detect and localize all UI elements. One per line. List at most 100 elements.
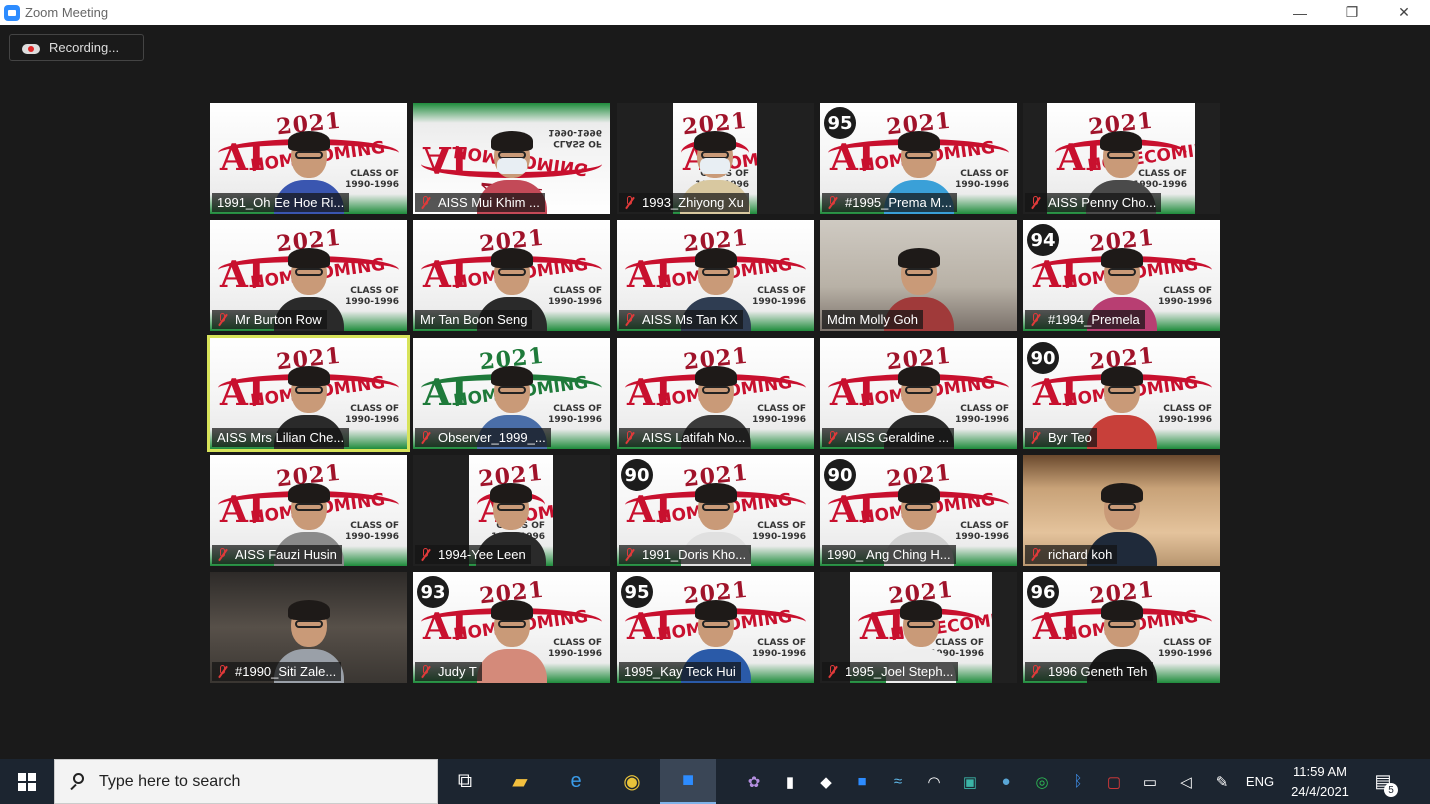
- banner-class: CLASS OF1990-1996: [548, 286, 602, 307]
- globe-tray-icon[interactable]: ●: [988, 759, 1024, 804]
- class-year-badge: 95: [824, 107, 856, 139]
- participant-tile[interactable]: 2021AIHOMECOMINGCLASS OF1990-199693Judy …: [413, 572, 610, 683]
- search-icon: [69, 772, 87, 791]
- participant-tile[interactable]: 2021AIHOMECOMINGCLASS OF1990-1996AISS Mr…: [207, 335, 410, 452]
- participant-tile[interactable]: 2021AIHOMECOMINGCLASS OF1990-1996AISS Ms…: [617, 220, 814, 331]
- participant-tile[interactable]: 2021AIHOMECOMINGCLASS OF1990-199695#1995…: [820, 103, 1017, 214]
- edge-browser-icon[interactable]: e: [548, 759, 604, 804]
- banner-class: CLASS OF1990-1996: [752, 521, 806, 542]
- participant-tile[interactable]: 2021AIHOMECOMINGCLASS OF1990-199694#1994…: [1023, 220, 1220, 331]
- bluetooth-icon[interactable]: ᛒ: [1060, 759, 1096, 804]
- participant-name: Observer_1999_...: [438, 430, 546, 445]
- participant-tile[interactable]: 2021AIHOMECOMINGCLASS OF1990-19961991_Oh…: [210, 103, 407, 214]
- notification-count: 5: [1384, 783, 1398, 797]
- participant-tile[interactable]: 2021AIHOMECOMINGCLASS OF1990-1996901990_…: [820, 455, 1017, 566]
- chrome-icon[interactable]: ◉: [604, 759, 660, 804]
- muted-mic-icon: [1030, 664, 1042, 679]
- participant-name: AISS Geraldine ...: [845, 430, 950, 445]
- start-button[interactable]: [0, 759, 54, 804]
- microphone-tray-icon[interactable]: ▮: [772, 759, 808, 804]
- participant-name: AISS Latifah No...: [642, 430, 746, 445]
- participant-tile[interactable]: 2021AIHOMECOMINGCLASS OF1990-1996961996 …: [1023, 572, 1220, 683]
- battery-icon[interactable]: ▭: [1132, 759, 1168, 804]
- banner-class: CLASS OF1990-1996: [955, 169, 1009, 190]
- task-view-icon[interactable]: ⧉: [438, 759, 492, 804]
- participant-tile[interactable]: 2021 AI HOMECOMING CLASS OF 1990-1996 1995_Jo…: [820, 572, 1017, 683]
- system-clock[interactable]: 11:59 AM 24/4/2021: [1280, 762, 1360, 802]
- participant-tile[interactable]: 2021AIHOMECOMINGCLASS OF1990-199690Byr T…: [1023, 338, 1220, 449]
- muted-mic-icon: [827, 664, 839, 679]
- participant-name-tag: AISS Ms Tan KX: [619, 310, 743, 329]
- participant-name: 1994-Yee Leen: [438, 547, 526, 562]
- banner-class: CLASS OF1990-1996: [345, 404, 399, 425]
- volume-icon[interactable]: ◁: [1168, 759, 1204, 804]
- participant-name: #1995_Prema M...: [845, 195, 952, 210]
- zoom-app-icon: [4, 4, 20, 21]
- notification-center-button[interactable]: ▤ 5: [1360, 759, 1406, 804]
- participant-tile[interactable]: 2021AIHOMECOMINGCLASS OF1990-19961994-Ye…: [413, 455, 610, 566]
- muted-mic-icon: [1030, 312, 1042, 327]
- security-shield-icon[interactable]: ◆: [808, 759, 844, 804]
- participant-tile[interactable]: 2021AIHOMECOMINGCLASS OF1990-1996Mr Tan …: [413, 220, 610, 331]
- participant-video: [477, 600, 547, 683]
- participant-name-tag: Byr Teo: [1025, 428, 1097, 447]
- participant-name: 1991_Oh Ee Hoe Ri...: [217, 195, 345, 210]
- taskbar-search-box[interactable]: Type here to search: [54, 759, 438, 804]
- banner-class: CLASS OF1990-1996: [548, 127, 602, 148]
- participant-name: 1993_Zhiyong Xu: [642, 195, 744, 210]
- class-year-badge: 90: [1027, 342, 1059, 374]
- participant-tile[interactable]: 2021AIHOMECOMINGCLASS OF1990-1996Mr Burt…: [210, 220, 407, 331]
- wifi-icon[interactable]: ◠: [916, 759, 952, 804]
- participant-tile[interactable]: 2021AIHOMECOMINGCLASS OF1990-1996AISS Mu…: [413, 103, 610, 214]
- muted-mic-icon: [420, 547, 432, 562]
- muted-mic-icon: [1030, 430, 1042, 445]
- participant-name-tag: #1990_Siti Zale...: [212, 662, 342, 681]
- pen-icon[interactable]: ✎: [1204, 759, 1240, 804]
- participant-name-tag: 1993_Zhiyong Xu: [619, 193, 749, 212]
- participant-name: #1994_Premela: [1048, 312, 1140, 327]
- banner-class: CLASS OF1990-1996: [955, 521, 1009, 542]
- participant-name-tag: AISS Mrs Lilian Che...: [212, 428, 350, 447]
- participant-name-tag: Mdm Molly Goh: [822, 310, 924, 329]
- muted-mic-icon: [624, 195, 636, 210]
- muted-mic-icon: [420, 430, 432, 445]
- participant-name: 1991_Doris Kho...: [642, 547, 747, 562]
- zoom-tray-icon[interactable]: ■: [844, 759, 880, 804]
- cloud-sync-tray-icon[interactable]: ≈: [880, 759, 916, 804]
- participant-name: richard koh: [1048, 547, 1113, 562]
- participant-name-tag: Mr Tan Boon Seng: [415, 310, 533, 329]
- participant-tile[interactable]: 2021 AI HOMECOMING CLASS OF 1990-1996 AISS Pe…: [1023, 103, 1220, 214]
- participant-tile[interactable]: richard koh: [1023, 455, 1220, 566]
- red-app-tray-icon[interactable]: ▢: [1096, 759, 1132, 804]
- close-button[interactable]: ✕: [1378, 0, 1430, 25]
- muted-mic-icon: [827, 430, 839, 445]
- participant-name-tag: AISS Geraldine ...: [822, 428, 955, 447]
- recording-indicator[interactable]: Recording...: [9, 34, 144, 61]
- banner-class: CLASS OF1990-1996: [548, 638, 602, 659]
- class-year-badge: 95: [621, 576, 653, 608]
- sharepoint-tray-icon[interactable]: ▣: [952, 759, 988, 804]
- muted-mic-icon: [624, 430, 636, 445]
- maximize-button[interactable]: ❐: [1326, 0, 1378, 25]
- participant-tile[interactable]: 2021AIHOMECOMINGCLASS OF1990-1996Observe…: [413, 338, 610, 449]
- participant-tile[interactable]: 2021AIHOMECOMINGCLASS OF1990-1996AISS Fa…: [210, 455, 407, 566]
- window-controls: — ❐ ✕: [1274, 0, 1430, 25]
- class-year-badge: 94: [1027, 224, 1059, 256]
- participant-tile[interactable]: #1990_Siti Zale...: [210, 572, 407, 683]
- tray-app-icon[interactable]: ✿: [736, 759, 772, 804]
- green-circle-tray-icon[interactable]: ◎: [1024, 759, 1060, 804]
- muted-mic-icon: [624, 312, 636, 327]
- language-indicator[interactable]: ENG: [1240, 774, 1280, 789]
- participant-tile[interactable]: 2021AIHOMECOMINGCLASS OF1990-1996901991_…: [617, 455, 814, 566]
- participant-name-tag: #1995_Prema M...: [822, 193, 957, 212]
- participant-tile[interactable]: 2021AIHOMECOMINGCLASS OF1990-1996AISS Ge…: [820, 338, 1017, 449]
- file-explorer-icon[interactable]: ▰: [492, 759, 548, 804]
- minimize-button[interactable]: —: [1274, 0, 1326, 25]
- participant-tile[interactable]: 2021AIHOMECOMINGCLASS OF1990-19961993_Zh…: [617, 103, 814, 214]
- participant-name: 1995_Kay Teck Hui: [624, 664, 736, 679]
- participant-tile[interactable]: 2021AIHOMECOMINGCLASS OF1990-1996AISS La…: [617, 338, 814, 449]
- participant-tile[interactable]: Mdm Molly Goh: [820, 220, 1017, 331]
- muted-mic-icon: [1030, 547, 1042, 562]
- zoom-taskbar-icon[interactable]: ■: [660, 759, 716, 804]
- participant-tile[interactable]: 2021AIHOMECOMINGCLASS OF1990-1996951995_…: [617, 572, 814, 683]
